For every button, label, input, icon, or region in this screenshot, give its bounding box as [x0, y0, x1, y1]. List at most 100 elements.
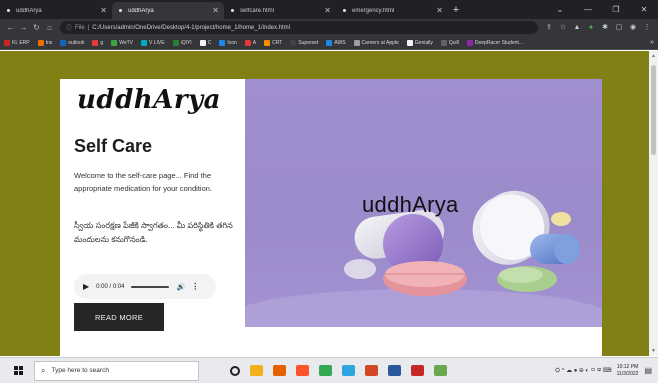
- windows-taskbar: ⌕ Type here to search ⛭ ^ ☁ ● ⊕ ◐ ▭ ✉ ⌨ …: [0, 357, 658, 383]
- sidebar-icon[interactable]: ▢: [613, 24, 625, 32]
- close-window-icon[interactable]: ✕: [630, 5, 658, 14]
- bookmark-item[interactable]: Superset: [290, 39, 318, 46]
- browser-tab-1[interactable]: uddhArya ✕: [0, 2, 112, 19]
- bookmark-item[interactable]: CRT: [264, 39, 283, 46]
- window-controls: ⌄ — ❐ ✕: [546, 0, 658, 19]
- bookmark-item[interactable]: Ins: [37, 39, 53, 46]
- bookmark-item[interactable]: AWS: [326, 39, 346, 46]
- powerpoint-app-icon[interactable]: [365, 365, 378, 376]
- bookmarks-bar: KL ERP Ins outlook g WeTV V LIVE iQIYI C Icon A CR…: [0, 36, 658, 50]
- search-icon: ⌕: [41, 365, 46, 375]
- start-button[interactable]: [8, 361, 28, 381]
- hero-title: uddhArya: [362, 192, 459, 217]
- profile-avatar-icon[interactable]: ◉: [627, 24, 639, 32]
- page-content: uddhArya Self Care Welcome to the self-c…: [60, 79, 602, 356]
- bookmark-item[interactable]: C: [199, 39, 211, 46]
- firefox-app-icon[interactable]: [273, 365, 286, 376]
- bookmark-item[interactable]: KL ERP: [4, 39, 30, 46]
- brave-app-icon[interactable]: [296, 365, 309, 376]
- bookmark-star-icon[interactable]: ☆: [557, 24, 569, 32]
- bookmark-item[interactable]: outlook: [60, 39, 85, 46]
- tab-search-icon[interactable]: ⌄: [546, 5, 574, 14]
- bookmark-label: Ins: [45, 39, 53, 46]
- chrome-favicon-icon: [229, 7, 236, 14]
- page-heading: Self Care: [74, 136, 153, 156]
- bookmark-item[interactable]: Quill: [440, 39, 459, 46]
- restore-icon[interactable]: ❐: [602, 5, 630, 14]
- system-tray: ⛭ ^ ☁ ● ⊕ ◐ ▭ ✉ ⌨ 10:12 PM 11/3/2022 ▤: [555, 364, 658, 378]
- address-separator: |: [87, 24, 90, 31]
- bookmark-favicon-icon: [219, 39, 226, 46]
- page-viewport: uddhArya Self Care Welcome to the self-c…: [0, 51, 658, 356]
- audio-progress-track[interactable]: [130, 285, 169, 288]
- bookmark-favicon-icon: [290, 39, 297, 46]
- browser-tab-4[interactable]: emergency.html ✕: [336, 2, 448, 19]
- taskbar-clock[interactable]: 10:12 PM 11/3/2022: [617, 364, 639, 378]
- address-url: C:/Users/admin/OneDrive/Desktop/4-1/proj…: [92, 24, 291, 31]
- bookmark-item[interactable]: DeepRacer Student...: [466, 39, 523, 46]
- extension-green-icon[interactable]: ●: [585, 24, 597, 32]
- audio-options-icon[interactable]: ⋮: [191, 282, 199, 291]
- bookmark-favicon-icon: [353, 39, 360, 46]
- close-tab-icon[interactable]: ✕: [100, 6, 107, 15]
- bookmark-label: WeTV: [119, 39, 133, 46]
- bookmarks-overflow-icon[interactable]: »: [650, 39, 654, 46]
- cortana-app-icon[interactable]: [230, 365, 240, 376]
- notepad-app-icon[interactable]: [434, 365, 447, 376]
- bookmark-label: CRT: [272, 39, 283, 46]
- scroll-down-icon[interactable]: ▼: [649, 348, 658, 354]
- bookmark-label: V LIVE: [149, 39, 165, 46]
- browser-tabstrip: uddhArya ✕ uddhArya ✕ selfcare.html ✕ em…: [0, 0, 658, 19]
- notification-icon[interactable]: ▤: [644, 366, 652, 375]
- reload-icon[interactable]: ↻: [30, 23, 43, 32]
- bookmark-favicon-icon: [326, 39, 333, 46]
- bookmark-item[interactable]: iQIYI: [172, 39, 192, 46]
- back-arrow-icon[interactable]: ←: [4, 23, 17, 32]
- bookmark-label: AWS: [334, 39, 346, 46]
- address-bar[interactable]: ⓘ File | C:/Users/admin/OneDrive/Desktop…: [60, 21, 538, 34]
- bookmark-label: Careers at Apple: [361, 39, 399, 46]
- bookmark-favicon-icon: [406, 39, 413, 46]
- bookmark-item[interactable]: Genially: [406, 39, 433, 46]
- read-more-button[interactable]: READ MORE: [74, 303, 164, 331]
- share-icon[interactable]: ⇪: [543, 24, 555, 32]
- minimize-icon[interactable]: —: [574, 5, 602, 14]
- new-tab-button[interactable]: +: [448, 2, 464, 19]
- bookmark-label: outlook: [68, 39, 85, 46]
- home-icon[interactable]: ⌂: [43, 23, 56, 32]
- bookmark-item[interactable]: Icon: [219, 39, 237, 46]
- forward-arrow-icon[interactable]: →: [17, 23, 30, 32]
- browser-tab-3[interactable]: selfcare.html ✕: [224, 2, 336, 19]
- bookmark-item[interactable]: Careers at Apple: [353, 39, 399, 46]
- brand-logo[interactable]: uddhArya: [77, 85, 221, 115]
- tray-icons[interactable]: ⛭ ^ ☁ ● ⊕ ◐ ▭ ✉ ⌨: [555, 367, 611, 375]
- bookmark-label: KL ERP: [12, 39, 30, 46]
- info-icon[interactable]: ⓘ: [66, 23, 72, 32]
- close-tab-icon[interactable]: ✕: [324, 6, 331, 15]
- scroll-up-icon[interactable]: ▲: [649, 53, 658, 59]
- telegram-app-icon[interactable]: [342, 365, 355, 376]
- volume-icon[interactable]: 🔊: [177, 283, 186, 291]
- page-scrollbar[interactable]: ▲ ▼: [649, 51, 658, 356]
- bookmark-item[interactable]: V LIVE: [141, 39, 165, 46]
- bookmark-item[interactable]: WeTV: [111, 39, 133, 46]
- close-tab-icon[interactable]: ✕: [212, 6, 219, 15]
- taskbar-search[interactable]: ⌕ Type here to search: [34, 360, 199, 381]
- audio-player: ▶ 0:00 / 0:04 🔊 ⋮: [74, 274, 216, 299]
- bookmark-item[interactable]: A: [244, 39, 256, 46]
- description-english: Welcome to the self-care page... Find th…: [74, 171, 212, 193]
- scroll-thumb[interactable]: [651, 65, 656, 155]
- file-explorer-app-icon[interactable]: [250, 365, 263, 376]
- puzzle-icon[interactable]: ✱: [599, 24, 611, 32]
- star-app-app-icon[interactable]: [411, 365, 424, 376]
- word-app-icon[interactable]: [388, 365, 401, 376]
- extension-icon[interactable]: ▲: [571, 24, 583, 32]
- chrome-app-icon[interactable]: [319, 365, 332, 376]
- bookmark-label: g: [100, 39, 104, 46]
- windows-logo-icon: [13, 366, 23, 375]
- bookmark-item[interactable]: g: [92, 39, 104, 46]
- menu-kebab-icon[interactable]: ⋮: [641, 24, 653, 32]
- browser-tab-2[interactable]: uddhArya ✕: [112, 2, 224, 19]
- close-tab-icon[interactable]: ✕: [436, 6, 443, 15]
- play-icon[interactable]: ▶: [83, 282, 89, 291]
